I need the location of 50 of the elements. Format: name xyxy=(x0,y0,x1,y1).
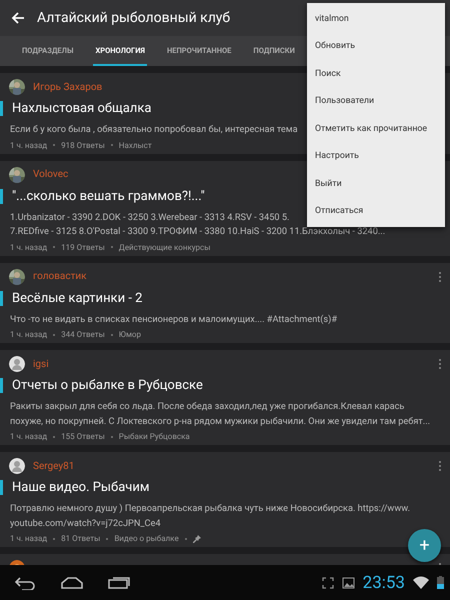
topic-excerpt: Что -то не видать в списках пенсионеров и малоимущих.... #Attachment(s)# xyxy=(10,312,338,326)
more-icon[interactable] xyxy=(438,270,442,282)
reply-count: 344 Ответы xyxy=(61,330,105,339)
topic-excerpt: похуже, но покрупней. С Локтевского р-на рядом мужики рыбачили. Они же увидели там ребят... xyxy=(10,414,430,428)
reply-count: 918 Ответы xyxy=(61,140,105,150)
topic-time: 1 ч. назад xyxy=(10,330,48,339)
topic-excerpt: Ракиты закрыл для себя со льда. После обеда заходил,лед уже прогибался.Клевал карась xyxy=(10,400,404,414)
author-name[interactable]: Sergey81 xyxy=(33,460,74,472)
topic-time: 1 ч. назад xyxy=(10,140,48,150)
reply-count: 155 Ответы xyxy=(61,432,105,441)
menu-item[interactable]: Обновить xyxy=(307,32,445,60)
user-avatar-icon xyxy=(9,458,25,474)
home-icon[interactable] xyxy=(60,576,84,588)
reply-count: 81 Ответы xyxy=(61,534,100,543)
topic-excerpt: Если б у кого была , обязательно попробовал бы, интересная тема xyxy=(10,123,298,137)
topic-title: Весёлые картинки - 2 xyxy=(0,290,450,306)
forum-name[interactable]: Юмор xyxy=(118,330,141,339)
more-icon[interactable] xyxy=(438,358,442,370)
topic-card[interactable] xyxy=(0,350,450,445)
battery-icon xyxy=(437,576,444,589)
topic-excerpt: 7.REDfive - 3125 8.O'Postal - 3300 9.ТРОФИМ - 3380 10.HaiS - 3200 11.Блэкхолыч - 3240... xyxy=(10,225,386,239)
author-name[interactable]: Игорь Захаров xyxy=(33,82,102,92)
topic-card[interactable]: головастик Весёлые картинки - 2 Что -то не видать в списках пенсионеров и малоимущих.... #Attachment(s)# 1 ч. назад 344 Ответы Юмор xyxy=(0,262,450,343)
image-icon xyxy=(342,576,355,588)
topic-title: Отчеты о рыбалке в Рубцовске xyxy=(0,378,450,393)
topic-excerpt: Потравлю немного душу ) Первоапрельская рыбалка чуть ниже Новосибирска. https://www. xyxy=(10,502,410,516)
menu-item[interactable]: vitalmon xyxy=(307,5,445,32)
recent-apps-icon[interactable] xyxy=(108,576,130,588)
forum-name[interactable]: Видео о рыбалке xyxy=(114,534,179,543)
reply-count: 119 Ответы xyxy=(61,242,105,252)
author-name[interactable]: головастик xyxy=(33,271,87,282)
topic-time: 1 ч. назад xyxy=(10,534,48,543)
forum-name[interactable]: Действующие конкурсы xyxy=(118,242,210,252)
menu-item[interactable]: Отметить как прочитанное xyxy=(307,115,445,142)
topic-excerpt: youtube.com/watch?v=j72cJPN_Ce4 xyxy=(10,516,161,530)
clock: 23:53 xyxy=(362,572,405,592)
user-avatar-icon xyxy=(9,356,25,372)
topic-excerpt: 1.Urbanizator - 3390 2.DOK - 3250 3.Werebear - 3313 4.RSV - 3450 5. xyxy=(10,210,290,224)
wifi-icon xyxy=(413,576,429,589)
fullscreen-icon[interactable] xyxy=(322,576,334,588)
forum-title: Алтайский рыболовный клуб xyxy=(37,10,230,26)
forum-name[interactable]: Рыбаки Рубцовска xyxy=(118,432,190,441)
more-icon[interactable] xyxy=(438,460,442,472)
topic-time: 1 ч. назад xyxy=(10,242,48,252)
back-icon[interactable] xyxy=(14,576,36,590)
author-name[interactable]: Volovec xyxy=(33,169,68,180)
forum-name[interactable]: Нахлыст xyxy=(118,140,152,150)
topic-title: Наше видео. Рыбачим xyxy=(0,480,450,495)
author-name[interactable]: igsi xyxy=(33,358,49,370)
topic-time: 1 ч. назад xyxy=(10,432,48,441)
